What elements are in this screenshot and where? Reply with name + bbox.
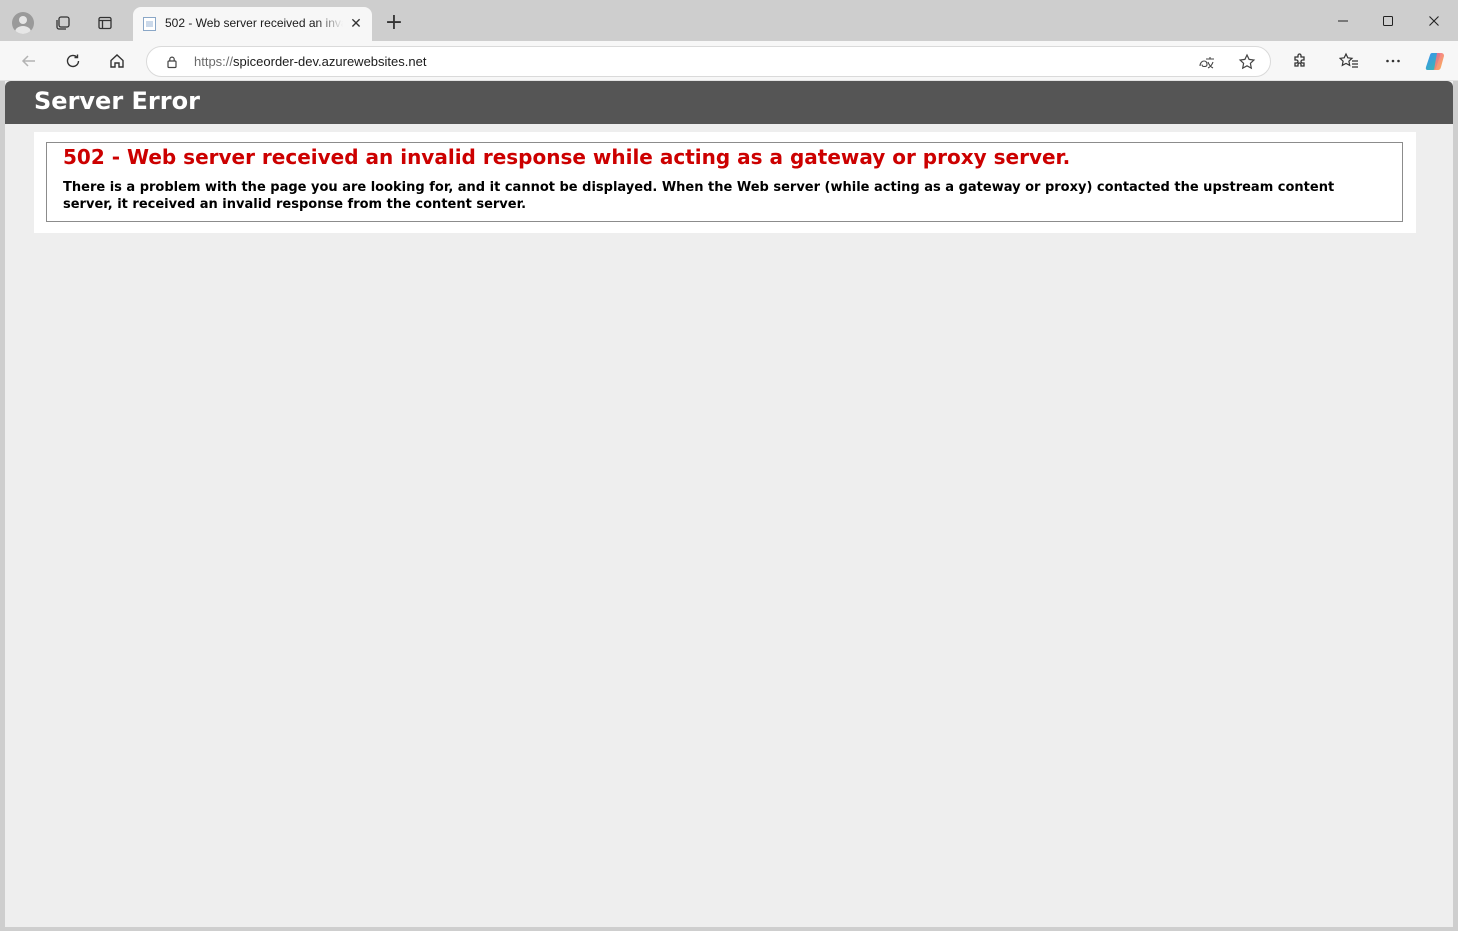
maximize-button[interactable] xyxy=(1365,0,1411,41)
refresh-icon[interactable] xyxy=(58,46,88,76)
extensions-icon[interactable] xyxy=(1285,46,1315,76)
more-options-icon[interactable] xyxy=(1378,46,1408,76)
tab-strip: 502 - Web server received an invalid res… xyxy=(0,0,1458,41)
read-aloud-icon[interactable] xyxy=(1197,52,1217,72)
home-icon[interactable] xyxy=(102,46,132,76)
browser-toolbar: https://spiceorder-dev.azurewebsites.net xyxy=(0,41,1458,81)
tab-actions-icon[interactable] xyxy=(90,8,120,38)
new-tab-button[interactable]: + xyxy=(380,10,408,38)
address-bar[interactable]: https://spiceorder-dev.azurewebsites.net xyxy=(146,46,1271,77)
favorite-star-icon[interactable] xyxy=(1237,52,1257,72)
profile-avatar-icon[interactable] xyxy=(12,12,34,34)
page-title: Server Error xyxy=(34,87,200,115)
url-text[interactable]: https://spiceorder-dev.azurewebsites.net xyxy=(194,54,426,69)
lock-icon[interactable] xyxy=(162,52,182,72)
minimize-button[interactable] xyxy=(1320,0,1366,41)
window-frame-bottom xyxy=(0,927,1458,931)
page-viewport: Server Error 502 - Web server received a… xyxy=(5,81,1453,927)
back-arrow-icon[interactable] xyxy=(14,46,44,76)
tab-title: 502 - Web server received an invalid res… xyxy=(165,16,343,30)
url-scheme: https:// xyxy=(194,54,234,69)
close-tab-icon[interactable]: ✕ xyxy=(348,16,364,32)
page-header: Server Error xyxy=(5,81,1453,124)
url-host: spiceorder-dev.azurewebsites.net xyxy=(233,54,427,69)
workspaces-icon[interactable] xyxy=(48,8,78,38)
copilot-icon[interactable] xyxy=(1420,46,1450,76)
close-window-button[interactable] xyxy=(1411,0,1457,41)
error-fieldset: 502 - Web server received an invalid res… xyxy=(46,142,1403,222)
window-frame-right xyxy=(1453,81,1458,931)
page-favicon-icon xyxy=(143,17,156,31)
tab-active[interactable]: 502 - Web server received an invalid res… xyxy=(133,7,372,41)
error-title: 502 - Web server received an invalid res… xyxy=(63,145,1071,169)
favorites-icon[interactable] xyxy=(1334,46,1364,76)
error-content: 502 - Web server received an invalid res… xyxy=(34,132,1416,233)
error-description: There is a problem with the page you are… xyxy=(63,180,1335,212)
